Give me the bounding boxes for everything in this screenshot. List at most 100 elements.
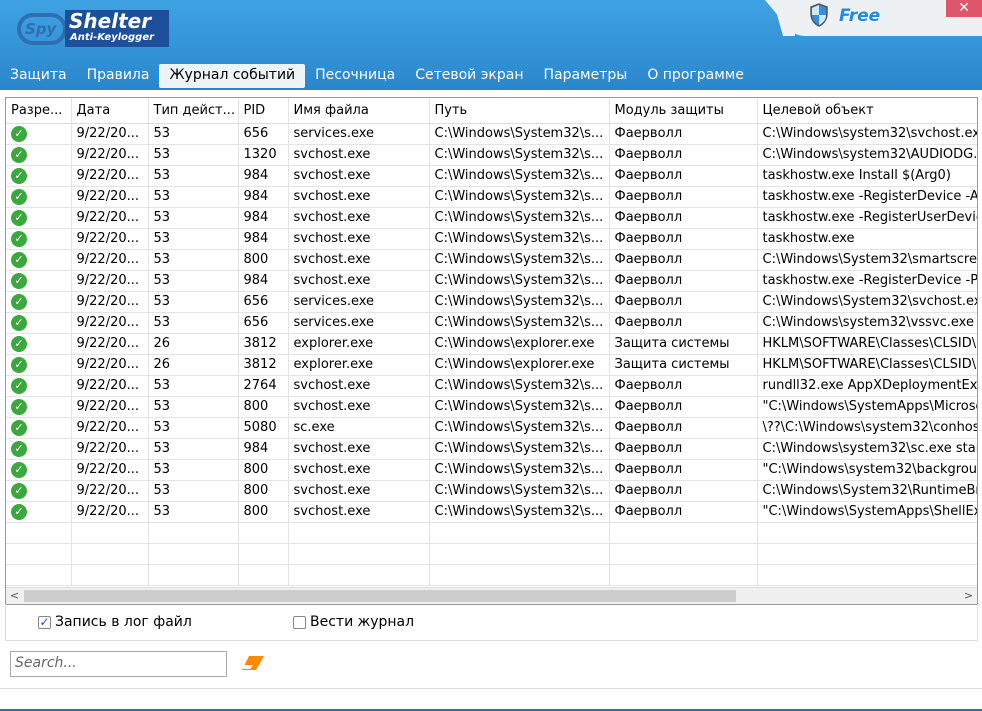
table-cell: 2764: [238, 375, 289, 397]
allowed-cell: ✓: [6, 396, 72, 418]
tab-6[interactable]: О программе: [637, 64, 754, 88]
table-cell: C:\Windows\System32\s...: [429, 207, 610, 229]
edition-label: Free: [839, 6, 881, 26]
column-header[interactable]: Разре...: [6, 98, 72, 124]
table-row[interactable]: ✓ 9/22/20... 53 984 svchost.exe C:\Windows\Sy…: [6, 207, 977, 229]
table-row[interactable]: ✓ 9/22/20... 53 800 svchost.exe C:\Windows\Sy…: [6, 459, 977, 481]
table-cell: 9/22/20...: [71, 228, 149, 250]
table-cell: svchost.exe: [288, 144, 430, 166]
log-file-checkbox[interactable]: ✓ Запись в лог файл: [38, 614, 192, 630]
table-cell: C:\Windows\System32\smartscreen: [757, 249, 977, 271]
table-row[interactable]: ✓ 9/22/20... 53 800 svchost.exe C:\Windows\Sy…: [6, 396, 977, 418]
table-cell: 9/22/20...: [71, 186, 149, 208]
column-header[interactable]: Тип дейст...: [148, 98, 239, 124]
status-bar: [0, 688, 982, 711]
table-row[interactable]: ✓ 9/22/20... 26 3812 explorer.exe C:\Windows\…: [6, 333, 977, 355]
table-cell: explorer.exe: [288, 354, 430, 376]
table-row[interactable]: ✓ 9/22/20... 26 3812 explorer.exe C:\Windows\…: [6, 354, 977, 376]
table-cell: C:\Windows\system32\sc.exe start: [757, 438, 977, 460]
scroll-thumb[interactable]: [24, 590, 736, 602]
tab-2[interactable]: Журнал событий: [159, 64, 306, 88]
table-cell: Фаерволл: [609, 501, 758, 523]
column-header[interactable]: Дата: [71, 98, 149, 124]
tab-0[interactable]: Защита: [0, 64, 77, 88]
empty-row: [6, 543, 977, 565]
table-row[interactable]: ✓ 9/22/20... 53 656 services.exe C:\Windows\S…: [6, 123, 977, 145]
tab-5[interactable]: Параметры: [533, 64, 637, 88]
table-row[interactable]: ✓ 9/22/20... 53 2764 svchost.exe C:\Windows\S…: [6, 375, 977, 397]
column-header[interactable]: Путь: [429, 98, 610, 124]
table-cell: Фаерволл: [609, 249, 758, 271]
table-row[interactable]: ✓ 9/22/20... 53 984 svchost.exe C:\Windows\Sy…: [6, 186, 977, 208]
checkbox-checked[interactable]: ✓: [38, 615, 51, 629]
allowed-cell: ✓: [6, 291, 72, 313]
table-cell: 53: [148, 312, 239, 334]
table-cell: C:\Windows\System32\s...: [429, 291, 610, 313]
tab-3[interactable]: Песочница: [305, 64, 405, 88]
table-cell: Фаерволл: [609, 291, 758, 313]
table-cell: svchost.exe: [288, 375, 430, 397]
allowed-cell: ✓: [6, 333, 72, 355]
table-cell: 656: [238, 312, 289, 334]
table-cell: svchost.exe: [288, 186, 430, 208]
table-row[interactable]: ✓ 9/22/20... 53 1320 svchost.exe C:\Windows\S…: [6, 144, 977, 166]
table-row[interactable]: ✓ 9/22/20... 53 656 services.exe C:\Windows\S…: [6, 312, 977, 334]
table-cell: C:\Windows\System32\s...: [429, 249, 610, 271]
table-cell: 53: [148, 207, 239, 229]
table-cell: 53: [148, 228, 239, 250]
table-row[interactable]: ✓ 9/22/20... 53 984 svchost.exe C:\Windows\Sy…: [6, 228, 977, 250]
table-cell: 984: [238, 186, 289, 208]
allowed-cell: ✓: [6, 480, 72, 502]
table-cell: Фаерволл: [609, 207, 758, 229]
column-header[interactable]: Целевой объект: [757, 98, 977, 124]
horizontal-scrollbar[interactable]: < >: [6, 587, 977, 604]
close-button[interactable]: ✕: [946, 0, 982, 17]
table-cell: C:\Windows\system32\AUDIODG.EXE: [757, 144, 977, 166]
checkbox-unchecked[interactable]: [293, 615, 306, 629]
scroll-left-button[interactable]: <: [6, 588, 23, 604]
table-row[interactable]: ✓ 9/22/20... 53 984 svchost.exe C:\Windows\Sy…: [6, 165, 977, 187]
allowed-cell: ✓: [6, 459, 72, 481]
column-header[interactable]: Имя файла: [288, 98, 430, 124]
allowed-cell: ✓: [6, 165, 72, 187]
table-cell: 9/22/20...: [71, 459, 149, 481]
table-row[interactable]: ✓ 9/22/20... 53 656 services.exe C:\Windows\S…: [6, 291, 977, 313]
logo-subtitle: Anti-Keylogger: [70, 32, 155, 43]
table-cell: 9/22/20...: [71, 375, 149, 397]
check-circle-icon: ✓: [11, 440, 27, 457]
allowed-cell: ✓: [6, 207, 72, 229]
table-cell: 53: [148, 438, 239, 460]
scroll-right-button[interactable]: >: [960, 588, 977, 604]
table-row[interactable]: ✓ 9/22/20... 53 5080 sc.exe C:\Windows\System…: [6, 417, 977, 439]
events-table: Разре... Дата Тип дейст... PID Имя файла Путь…: [5, 97, 978, 605]
table-cell: 800: [238, 249, 289, 271]
table-cell: svchost.exe: [288, 396, 430, 418]
table-cell: 1320: [238, 144, 289, 166]
table-cell: 9/22/20...: [71, 312, 149, 334]
allowed-cell: ✓: [6, 123, 72, 145]
table-cell: C:\Windows\System32\s...: [429, 501, 610, 523]
check-circle-icon: ✓: [11, 251, 27, 268]
table-cell: 9/22/20...: [71, 165, 149, 187]
table-row[interactable]: ✓ 9/22/20... 53 800 svchost.exe C:\Windows\Sy…: [6, 249, 977, 271]
table-row[interactable]: ✓ 9/22/20... 53 800 svchost.exe C:\Windows\Sy…: [6, 480, 977, 502]
table-cell: 9/22/20...: [71, 354, 149, 376]
table-cell: 984: [238, 165, 289, 187]
check-circle-icon: ✓: [11, 146, 27, 163]
tab-4[interactable]: Сетевой экран: [405, 64, 533, 88]
journal-checkbox[interactable]: Вести журнал: [293, 614, 414, 630]
table-cell: 9/22/20...: [71, 333, 149, 355]
check-circle-icon: ✓: [11, 461, 27, 478]
column-header[interactable]: PID: [238, 98, 289, 124]
tab-1[interactable]: Правила: [77, 64, 160, 88]
table-row[interactable]: ✓ 9/22/20... 53 984 svchost.exe C:\Windows\Sy…: [6, 438, 977, 460]
table-row[interactable]: ✓ 9/22/20... 53 984 svchost.exe C:\Windows\Sy…: [6, 270, 977, 292]
check-circle-icon: ✓: [11, 419, 27, 436]
search-input[interactable]: Search...: [10, 651, 227, 677]
empty-row: [6, 564, 977, 586]
options-panel: ✓ Запись в лог файл Вести журнал: [5, 604, 978, 641]
allowed-cell: ✓: [6, 501, 72, 523]
column-header[interactable]: Модуль защиты: [609, 98, 758, 124]
table-row[interactable]: ✓ 9/22/20... 53 800 svchost.exe C:\Windows\Sy…: [6, 501, 977, 523]
eraser-icon[interactable]: [241, 655, 265, 671]
